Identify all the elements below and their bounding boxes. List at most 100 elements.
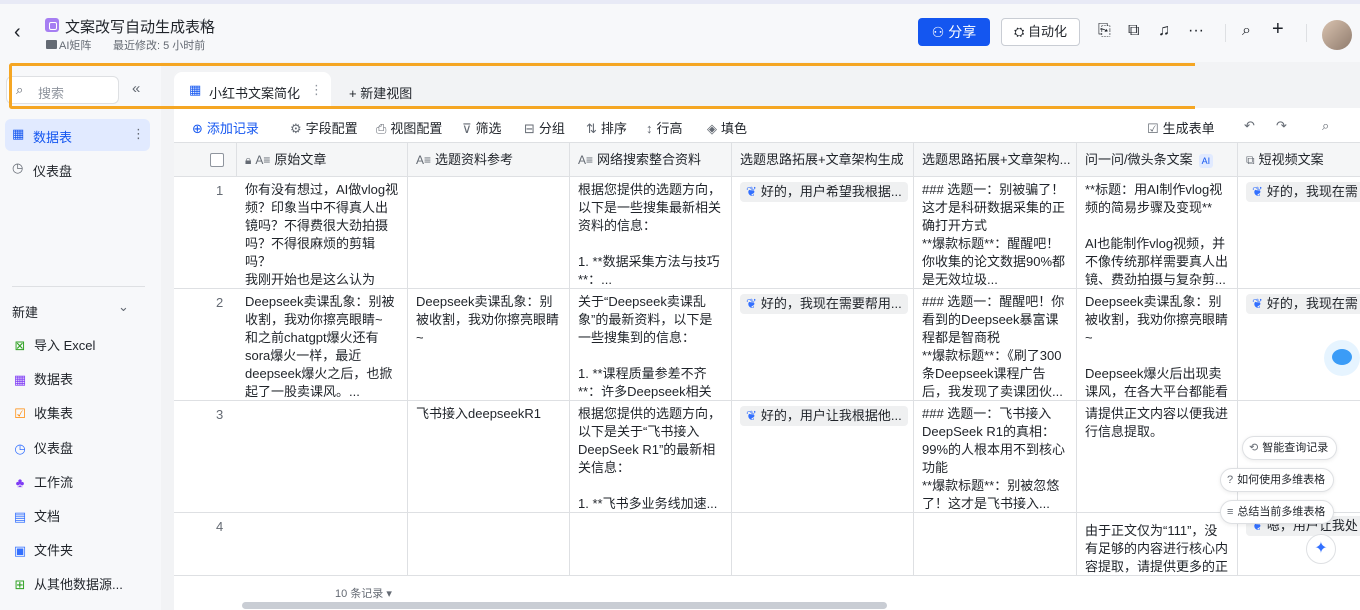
view-config-button[interactable]: ⎙ 视图配置 xyxy=(376,118,442,137)
cell-topic-ref[interactable]: 飞书接入deepseekR1 xyxy=(408,401,570,512)
cell-topic-expand[interactable]: ❦ 好的，用户希望我根据... xyxy=(732,177,914,288)
ai-sparkle-icon[interactable]: ✦ xyxy=(1306,534,1336,564)
table-row[interactable]: 3 飞书接入deepseekR1 根据您提供的选题方向，以下是关于“飞书接入De… xyxy=(174,401,1360,513)
cell-topic-expand[interactable]: ❦ 好的，我现在需要帮用... xyxy=(732,289,914,400)
column-header-original[interactable]: 🔒︎ A≡ 原始文章 xyxy=(237,143,408,177)
star-icon[interactable]: ☆ xyxy=(198,15,211,32)
more-vertical-icon[interactable]: ⋮ xyxy=(132,126,145,142)
new-section-title[interactable]: 新建 xyxy=(12,302,38,321)
more-icon[interactable]: ··· xyxy=(1188,22,1204,40)
cell-topic-expand-2[interactable]: ### 选题一：醒醒吧！你看到的Deepseek暴富课程都是智商税 **爆款标题… xyxy=(914,289,1077,400)
undo-icon[interactable]: ↶ xyxy=(1244,118,1255,134)
assistant-icon[interactable] xyxy=(1324,340,1360,376)
cell-web-search[interactable] xyxy=(570,513,732,575)
more-vertical-icon[interactable]: ⋮ xyxy=(310,82,323,98)
cell-micro-post[interactable]: **标题：用AI制作vlog视频的简易步骤及变现** AI也能制作vlog视频，… xyxy=(1077,177,1238,288)
new-form[interactable]: ☑ 收集表 xyxy=(12,403,73,422)
table-icon: ▦ xyxy=(13,372,27,387)
header-divider xyxy=(1225,24,1226,42)
cell-topic-ref[interactable] xyxy=(408,513,570,575)
cell-topic-expand[interactable]: ❦ 好的，用户让我根据他... xyxy=(732,401,914,512)
new-dashboard[interactable]: ◷ 仪表盘 xyxy=(12,438,73,457)
ai-result-tag[interactable]: ❦ 好的，用户希望我根据... xyxy=(740,182,908,202)
table-row[interactable]: 1 你有没有想过，AI做vlog视频？印象当中不得真人出镜吗？不得费很大劲拍摄吗… xyxy=(174,177,1360,289)
header-row: 🔒︎ A≡ 原始文章 A≡ 选题资料参考 A≡ 网络搜索整合资料 选题思路拓展+文章架构… xyxy=(174,142,1360,177)
generate-form-button[interactable]: ☑ 生成表单 xyxy=(1147,118,1215,137)
horizontal-scrollbar[interactable] xyxy=(242,602,887,609)
cell-web-search[interactable]: 关于“Deepseek卖课乱象”的最新资料，以下是一些搜集到的信息： 1. **… xyxy=(570,289,732,400)
ai-spark-icon: ❦ xyxy=(1252,296,1263,311)
cell-topic-expand-2[interactable] xyxy=(914,513,1077,575)
field-config-button[interactable]: ⚙ 字段配置 xyxy=(290,118,358,137)
cell-micro-post[interactable]: 请提供正文内容以便我进行信息提取。 xyxy=(1077,401,1238,512)
cell-topic-expand-2[interactable]: ### 选题一：飞书接入DeepSeek R1的真相：99%的人根本用不到核心功… xyxy=(914,401,1077,512)
automation-button[interactable]: ⛭ 自动化 xyxy=(1001,18,1080,46)
how-to-use-button[interactable]: ? 如何使用多维表格 xyxy=(1220,468,1335,492)
table-row[interactable]: 2 Deepseek卖课乱象：别被收割，我劝你擦亮眼睛~ 和之前chatgpt爆… xyxy=(174,289,1360,401)
bell-icon[interactable]: ♫ xyxy=(1158,22,1170,40)
cell-original[interactable]: 你有没有想过，AI做vlog视频？印象当中不得真人出镜吗？不得费很大劲拍摄吗？不… xyxy=(237,177,408,288)
add-record-button[interactable]: ⊕ 添加记录 xyxy=(192,118,259,137)
row-height-icon: ↕ xyxy=(646,121,653,136)
select-all-checkbox[interactable] xyxy=(210,153,224,167)
cell-original[interactable] xyxy=(237,401,408,512)
avatar[interactable] xyxy=(1322,20,1352,50)
search-input[interactable]: ⌕ 搜索 xyxy=(6,76,119,104)
breadcrumb[interactable]: AI矩阵 xyxy=(59,37,91,53)
tab-label: 小红书文案简化 xyxy=(209,86,301,101)
cell-web-search[interactable]: 根据您提供的选题方向，以下是关于“飞书接入DeepSeek R1”的最新相关信息… xyxy=(570,401,732,512)
ai-result-tag[interactable]: ❦ 好的，我现在需要帮用... xyxy=(740,294,908,314)
cell-topic-expand-2[interactable]: ### 选题一：别被骗了！这才是科研数据采集的正确打开方式 **爆款标题**：醒… xyxy=(914,177,1077,288)
cell-topic-expand[interactable] xyxy=(732,513,914,575)
sidebar: ⌕ 搜索 « ▦ 数据表 ⋮ ◷ 仪表盘 新建 ⌄ ⊠ 导入 Excel ▦ 数据表… xyxy=(0,62,161,610)
new-from-datasource[interactable]: ⊞ 从其他数据源... xyxy=(12,574,123,593)
ai-result-tag[interactable]: ❦ 好的，我现在需 xyxy=(1246,294,1360,314)
new-folder[interactable]: ▣ 文件夹 xyxy=(12,540,73,559)
sort-button[interactable]: ⇅ 排序 xyxy=(586,118,627,137)
new-import-excel[interactable]: ⊠ 导入 Excel xyxy=(12,335,96,354)
ai-result-tag[interactable]: ❦ 好的，用户让我根据他... xyxy=(740,406,908,426)
group-button[interactable]: ⊟ 分组 xyxy=(524,118,565,137)
cell-web-search[interactable]: 根据您提供的选题方向，以下是一些搜集最新相关资料的信息： 1. **数据采集方法… xyxy=(570,177,732,288)
chevron-down-icon[interactable]: ⌄ xyxy=(118,299,129,315)
summarize-button[interactable]: ≡ 总结当前多维表格 xyxy=(1220,500,1335,524)
cell-short-video[interactable]: ❦ 好的，我现在需 xyxy=(1238,177,1360,288)
share-button[interactable]: ⚇ 分享 xyxy=(918,18,990,46)
table-row[interactable]: 4 由于正文仅为“111”，没有足够的内容进行核心内容提取，请提供更多的正文内容… xyxy=(174,513,1360,575)
new-view-button[interactable]: + 新建视图 xyxy=(349,83,412,102)
record-count[interactable]: 10 条记录 ▾ xyxy=(335,585,392,601)
folder-icon xyxy=(46,40,57,49)
column-header-topic-ref[interactable]: A≡ 选题资料参考 xyxy=(408,143,570,177)
fill-color-button[interactable]: ◈ 填色 xyxy=(707,118,747,137)
redo-icon[interactable]: ↷ xyxy=(1276,118,1287,134)
plugin-icon[interactable]: ⧉ xyxy=(1128,22,1139,40)
column-header-topic-expand-2[interactable]: 选题思路拓展+文章架构... xyxy=(914,143,1077,177)
back-icon[interactable]: ‹ xyxy=(14,21,21,44)
search-records-icon[interactable]: ⌕ xyxy=(1322,118,1329,134)
row-height-button[interactable]: ↕ 行高 xyxy=(646,118,683,137)
column-header-topic-expand[interactable]: 选题思路拓展+文章架构生成 xyxy=(732,143,914,177)
new-datatable[interactable]: ▦ 数据表 xyxy=(12,369,73,388)
cell-original[interactable] xyxy=(237,513,408,575)
column-header-micro-post[interactable]: 问一问/微头条文案 AI xyxy=(1077,143,1238,177)
ai-result-tag[interactable]: ❦ 好的，我现在需 xyxy=(1246,182,1360,202)
collapse-sidebar-icon[interactable]: « xyxy=(132,80,140,97)
cell-micro-post[interactable]: 由于正文仅为“111”，没有足够的内容进行核心内容提取，请提供更多的正文内容以便… xyxy=(1077,513,1238,575)
plus-icon[interactable]: + xyxy=(1272,18,1284,41)
search-icon[interactable]: ⌕ xyxy=(1242,22,1251,40)
query-history-button[interactable]: ⟲ 智能查询记录 xyxy=(1242,436,1338,460)
sidebar-item-datatable[interactable]: ▦ 数据表 ⋮ xyxy=(5,119,150,151)
document-icon[interactable]: ⎘ xyxy=(1098,22,1111,40)
cell-original[interactable]: Deepseek卖课乱象：别被收割，我劝你擦亮眼睛~ 和之前chatgpt爆火还… xyxy=(237,289,408,400)
sidebar-item-dashboard[interactable]: ◷ 仪表盘 xyxy=(5,153,150,185)
tab-view-xiaohongshu[interactable]: ▦ 小红书文案简化 ⋮ xyxy=(174,72,331,108)
plus-circle-icon: ⊕ xyxy=(192,121,203,136)
column-header-short-video[interactable]: ⧉ 短视频文案 xyxy=(1238,143,1360,177)
new-workflow[interactable]: ♣ 工作流 xyxy=(12,472,73,491)
filter-button[interactable]: ⊽ 筛选 xyxy=(462,118,502,137)
new-doc[interactable]: ▤ 文档 xyxy=(12,506,60,525)
cell-topic-ref[interactable] xyxy=(408,177,570,288)
column-header-web-search[interactable]: A≡ 网络搜索整合资料 xyxy=(570,143,732,177)
cell-micro-post[interactable]: Deepseek卖课乱象：别被收割，我劝你擦亮眼睛~ Deepseek爆火后出现… xyxy=(1077,289,1238,400)
cell-topic-ref[interactable]: Deepseek卖课乱象：别被收割，我劝你擦亮眼睛~ xyxy=(408,289,570,400)
